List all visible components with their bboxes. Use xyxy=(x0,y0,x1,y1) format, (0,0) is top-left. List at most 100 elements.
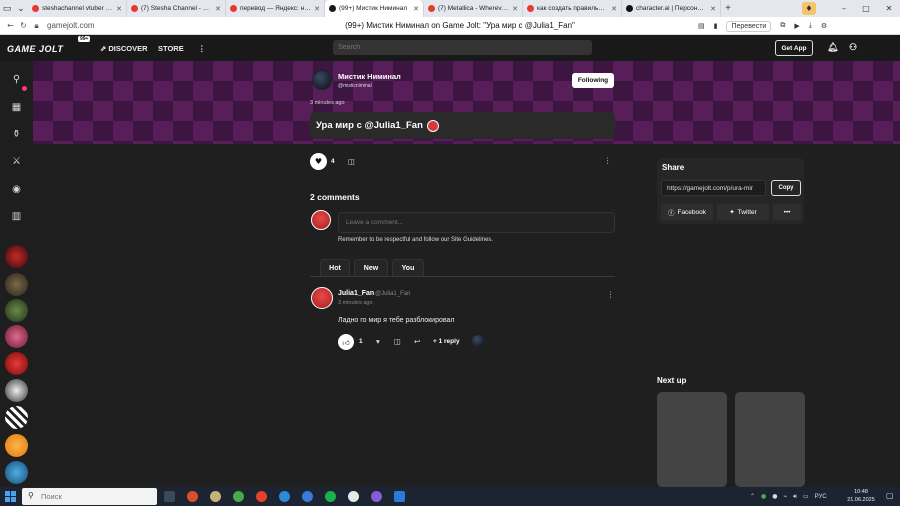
more-menu-icon[interactable]: ⋮ xyxy=(198,44,206,53)
extensions-icon[interactable]: ⧉ xyxy=(780,22,785,30)
commenter-name[interactable]: Julia1_Fan xyxy=(338,290,374,297)
taskbar-app-icon[interactable] xyxy=(302,491,313,502)
community-avatar[interactable] xyxy=(5,461,28,484)
tray-app-icon[interactable]: ● xyxy=(761,493,766,500)
next-up-card[interactable] xyxy=(657,392,727,487)
tab-close-icon[interactable]: ✕ xyxy=(710,5,716,13)
word-icon[interactable] xyxy=(394,491,405,502)
reader-icon[interactable]: ▤ xyxy=(698,22,705,30)
store-icon[interactable]: ▦ xyxy=(8,99,25,116)
minimize-button[interactable]: – xyxy=(836,0,852,17)
twitter-share-button[interactable]: ✦ Twitter xyxy=(717,204,769,220)
profile-icon[interactable]: ♦ xyxy=(802,2,816,15)
tab-list-icon[interactable]: ⌄ xyxy=(14,2,28,16)
community-avatar[interactable] xyxy=(5,325,28,348)
library-icon[interactable]: ▥ xyxy=(8,208,25,225)
taskbar-app-icon[interactable] xyxy=(371,491,382,502)
edge-icon[interactable] xyxy=(279,491,290,502)
discover-link[interactable]: ⇗ DISCOVER xyxy=(100,44,148,53)
battery-icon[interactable]: ▭ xyxy=(803,493,809,500)
community-avatar[interactable] xyxy=(5,406,28,429)
search-input[interactable] xyxy=(333,40,592,55)
community-avatar[interactable] xyxy=(5,434,28,457)
quests-icon[interactable]: ⚔ xyxy=(8,153,25,170)
refresh-icon[interactable]: ↻ xyxy=(17,21,30,30)
sticker-icon[interactable]: ◫ xyxy=(348,157,355,166)
more-share-button[interactable]: ••• xyxy=(773,204,801,220)
browser-tab[interactable]: перевод — Яндекс: нашл ✕ xyxy=(226,0,325,17)
language-indicator[interactable]: РУС xyxy=(815,494,827,500)
tray-app-icon[interactable]: ● xyxy=(772,493,777,500)
bookmark-icon[interactable]: ▮ xyxy=(714,22,718,30)
following-button[interactable]: Following xyxy=(572,73,614,88)
site-guidelines-note[interactable]: Remember to be respectful and follow our… xyxy=(338,237,493,243)
new-tab-button[interactable]: + xyxy=(721,3,735,14)
inventory-icon[interactable]: ⚱ xyxy=(8,126,25,143)
get-app-button[interactable]: Get App xyxy=(775,40,813,56)
author-name[interactable]: Мистик Ниминал xyxy=(338,72,401,81)
comment-options-icon[interactable]: ⋮ xyxy=(607,290,615,299)
community-avatar[interactable] xyxy=(5,352,28,375)
taskbar-app-icon[interactable] xyxy=(187,491,198,502)
browser-tab[interactable]: (7) Metallica - Wherever I ✕ xyxy=(424,0,523,17)
like-button[interactable]: ♥ xyxy=(310,153,327,170)
gamejolt-logo[interactable]: GAME JOLT xyxy=(7,44,63,54)
sort-tab-new[interactable]: New xyxy=(354,259,388,276)
taskbar-search-input[interactable] xyxy=(22,488,157,505)
sort-tab-you[interactable]: You xyxy=(392,259,424,276)
taskbar-app-icon[interactable] xyxy=(325,491,336,502)
next-up-card[interactable] xyxy=(735,392,805,487)
tray-expand-icon[interactable]: ⌃ xyxy=(750,493,755,500)
url-field[interactable]: gamejolt.com xyxy=(47,21,197,30)
translate-button[interactable]: Перевести xyxy=(726,20,772,32)
clock[interactable]: 10:48 21.06.2025 xyxy=(845,488,877,504)
chat-icon[interactable]: ◉ xyxy=(8,181,25,198)
browser-tab[interactable]: как создать правильного ✕ xyxy=(523,0,622,17)
file-explorer-icon[interactable] xyxy=(210,491,221,502)
notifications-bell-icon[interactable]: 🔔︎ xyxy=(827,42,838,53)
store-link[interactable]: STORE xyxy=(158,44,184,53)
comment-like-button[interactable]: 👍︎ xyxy=(338,334,354,350)
author-handle[interactable]: @misticniminal xyxy=(338,83,372,89)
comment-input[interactable] xyxy=(338,212,615,233)
copy-button[interactable]: Copy xyxy=(771,180,801,196)
author-avatar[interactable] xyxy=(312,70,332,90)
back-icon[interactable]: ← xyxy=(4,21,17,30)
comment-dislike-icon[interactable]: ▾ xyxy=(376,337,380,346)
share-url-field[interactable] xyxy=(661,180,766,196)
facebook-share-button[interactable]: ⓕ Facebook xyxy=(661,204,713,220)
settings-icon[interactable]: ⚙ xyxy=(821,22,827,30)
volume-icon[interactable]: 🔊︎ xyxy=(793,493,797,501)
friends-icon[interactable]: ⚇ xyxy=(849,42,857,53)
chrome-icon[interactable] xyxy=(233,491,244,502)
community-avatar[interactable] xyxy=(5,379,28,402)
network-icon[interactable]: ⌁ xyxy=(784,493,788,500)
commenter-handle[interactable]: @Julia1_Fan xyxy=(375,291,410,297)
downloads-icon[interactable]: ⤓ xyxy=(809,22,812,30)
browser-tab[interactable]: character.ai | Персонали ✕ xyxy=(622,0,721,17)
tab-close-icon[interactable]: ✕ xyxy=(413,5,419,13)
community-avatar[interactable] xyxy=(5,299,28,322)
tab-close-icon[interactable]: ✕ xyxy=(215,5,221,13)
sort-tab-hot[interactable]: Hot xyxy=(320,259,350,276)
post-options-icon[interactable]: ⋮ xyxy=(604,156,612,165)
windows-start-icon[interactable] xyxy=(5,491,16,502)
yandex-icon[interactable] xyxy=(256,491,267,502)
tab-close-icon[interactable]: ✕ xyxy=(314,5,320,13)
tab-close-icon[interactable]: ✕ xyxy=(116,5,122,13)
community-avatar[interactable] xyxy=(5,273,28,296)
browser-tab[interactable]: (7) Stesha Channel - YouT ✕ xyxy=(127,0,226,17)
browser-tab[interactable]: steshachannel vtuber — Я ✕ xyxy=(28,0,127,17)
task-view-icon[interactable] xyxy=(164,491,175,502)
notification-center-icon[interactable]: ▢ xyxy=(886,491,894,500)
comment-reply-icon[interactable]: ↩ xyxy=(414,337,420,346)
browser-menu-icon[interactable]: ▭ xyxy=(0,2,14,16)
comment-sticker-icon[interactable]: ◫ xyxy=(394,337,401,346)
maximize-button[interactable]: □ xyxy=(858,0,874,17)
view-replies-link[interactable]: + 1 reply xyxy=(433,338,460,345)
yandex-browser-icon[interactable] xyxy=(348,491,359,502)
mentioned-user-avatar[interactable] xyxy=(426,119,439,132)
browser-tab[interactable]: (99+) Мистик Ниминал ✕ xyxy=(325,0,424,17)
commenter-avatar[interactable] xyxy=(311,287,333,309)
close-window-button[interactable]: ✕ xyxy=(881,0,897,17)
